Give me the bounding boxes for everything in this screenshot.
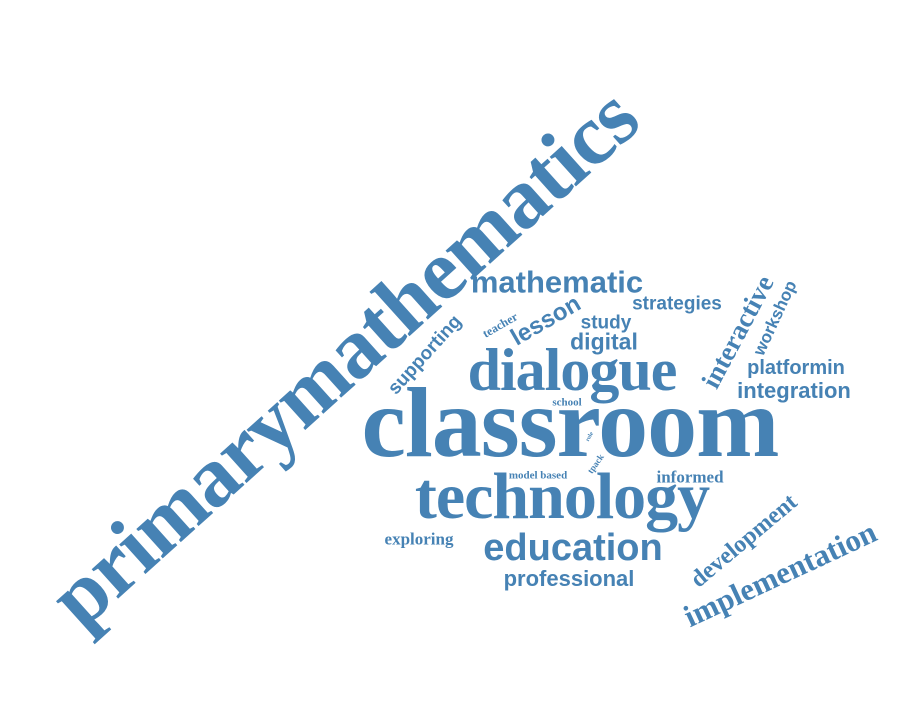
word-informed: informed [656, 467, 724, 487]
word-integration: integration [737, 378, 851, 403]
word-digital: digital [570, 328, 638, 355]
word-cloud: primarymathematics classroom technology … [0, 0, 900, 714]
word-strategies: strategies [632, 293, 722, 315]
word-platformin: platformin [747, 357, 845, 379]
word-education: education [483, 527, 663, 569]
word-model-based: model based [508, 469, 568, 482]
word-professional: professional [503, 566, 635, 591]
word-school: school [552, 396, 582, 409]
word-mathematic: mathematic [470, 264, 644, 300]
word-exploring: exploring [384, 529, 454, 549]
